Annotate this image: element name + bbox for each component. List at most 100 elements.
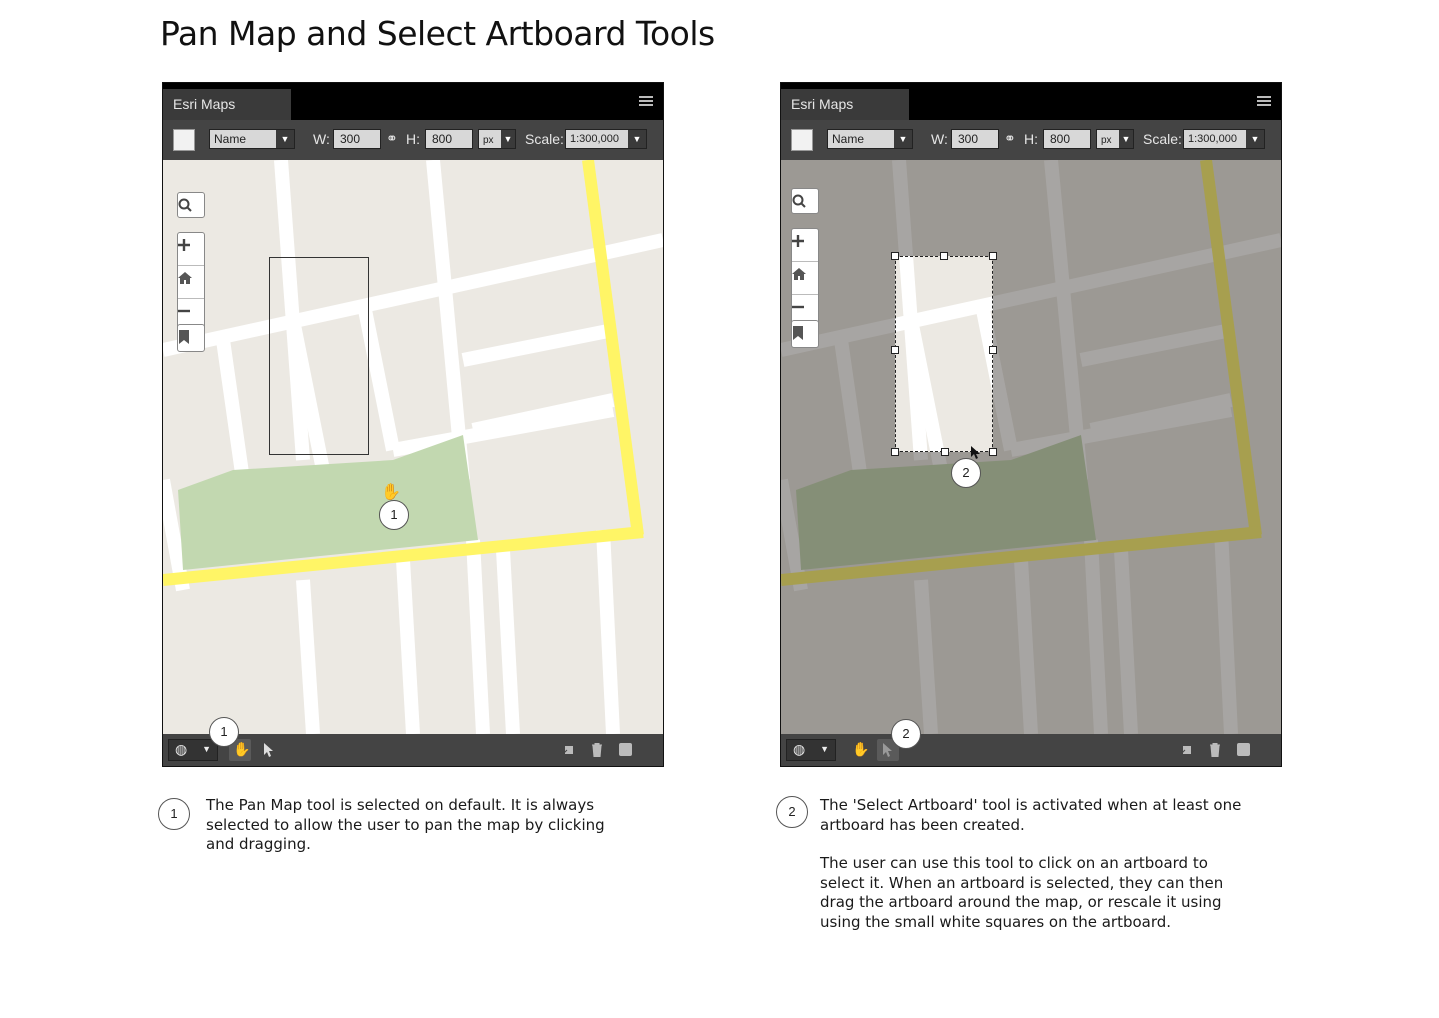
resize-handle[interactable] xyxy=(989,252,997,260)
hand-icon: ✋ xyxy=(233,741,251,757)
map-view[interactable]: 2 xyxy=(781,160,1281,734)
chevron-down-icon: ▼ xyxy=(628,130,646,148)
link-icon[interactable]: ⚭ xyxy=(386,130,398,147)
callout-2-tool: 2 xyxy=(891,719,921,749)
zoom-in-button[interactable] xyxy=(792,235,818,262)
home-button[interactable] xyxy=(792,268,818,295)
square-icon xyxy=(1237,743,1250,756)
chevron-down-icon: ▼ xyxy=(501,130,515,148)
description-paragraph: The 'Select Artboard' tool is activated … xyxy=(820,796,1242,834)
chevron-down-icon: ▼ xyxy=(894,130,912,148)
search-button[interactable] xyxy=(177,192,205,218)
chevron-down-icon: ▼ xyxy=(1246,130,1264,148)
new-artboard-button[interactable] xyxy=(562,739,577,761)
width-input[interactable]: 300 xyxy=(333,129,381,149)
home-icon xyxy=(792,268,806,280)
width-input[interactable]: 300 xyxy=(951,129,999,149)
arrow-cursor-icon xyxy=(883,743,892,757)
bookmark-icon xyxy=(179,330,189,344)
minus-icon xyxy=(178,309,190,313)
callout-1-tool: 1 xyxy=(209,717,239,747)
width-label: W: xyxy=(313,131,330,147)
flyout-menu-icon[interactable] xyxy=(1257,96,1271,106)
panel-tab[interactable]: Esri Maps Manager xyxy=(781,89,909,143)
maps-manager-panel-left: Esri Maps Manager Name▼ W: 300 ⚭ H: 800 … xyxy=(162,82,664,767)
description-paragraph: The Pan Map tool is selected on default.… xyxy=(206,796,605,853)
chevron-down-icon: ▼ xyxy=(202,744,211,754)
description-2: The 'Select Artboard' tool is activated … xyxy=(820,796,1250,951)
tab-bar: Esri Maps Manager xyxy=(163,83,663,143)
basemap-select[interactable]: ◍ ▼ xyxy=(168,739,218,761)
trash-icon xyxy=(1210,742,1220,758)
flyout-menu-icon[interactable] xyxy=(639,96,653,106)
description-number-2: 2 xyxy=(776,796,808,828)
arrow-cursor-icon xyxy=(264,743,273,757)
resize-handle[interactable] xyxy=(989,346,997,354)
globe-icon: ◍ xyxy=(793,741,806,757)
height-label: H: xyxy=(406,131,420,147)
trash-icon xyxy=(592,742,602,758)
bookmark-button[interactable] xyxy=(177,324,205,352)
search-button[interactable] xyxy=(791,188,819,214)
search-icon xyxy=(792,194,806,208)
square-button[interactable] xyxy=(619,739,633,761)
callout-1: 1 xyxy=(379,500,409,530)
height-label: H: xyxy=(1024,131,1038,147)
home-button[interactable] xyxy=(178,272,204,299)
color-swatch[interactable] xyxy=(173,129,195,151)
zoom-controls xyxy=(791,228,819,328)
bookmark-button[interactable] xyxy=(791,320,819,348)
resize-handle[interactable] xyxy=(989,448,997,456)
link-icon[interactable]: ⚭ xyxy=(1004,130,1016,147)
select-artboard-tool-button[interactable] xyxy=(263,739,279,761)
scale-label: Scale: xyxy=(525,131,564,147)
name-select[interactable]: Name ▼ xyxy=(209,129,295,149)
scale-select[interactable]: 1:300,000 ▼ xyxy=(1183,129,1265,149)
square-icon xyxy=(619,743,632,756)
bookmark-icon xyxy=(793,326,803,340)
callout-2: 2 xyxy=(951,458,981,488)
color-swatch[interactable] xyxy=(791,129,813,151)
plus-icon xyxy=(178,239,190,251)
name-select[interactable]: Name ▼ xyxy=(827,129,913,149)
resize-handle[interactable] xyxy=(891,448,899,456)
new-artboard-icon xyxy=(1180,746,1191,755)
width-label: W: xyxy=(931,131,948,147)
panel-tab[interactable]: Esri Maps Manager xyxy=(163,89,291,143)
chevron-down-icon: ▼ xyxy=(1119,130,1133,148)
description-number-1: 1 xyxy=(158,798,190,830)
search-icon xyxy=(178,198,192,212)
map-view[interactable]: ✋ 1 xyxy=(163,160,663,734)
basemap-select[interactable]: ◍ ▼ xyxy=(786,739,836,761)
maps-manager-panel-right: Esri Maps Manager Name▼ W: 300 ⚭ H: 800 … xyxy=(780,82,1282,767)
height-input[interactable]: 800 xyxy=(1043,129,1091,149)
artboard-outline[interactable] xyxy=(269,257,369,455)
resize-handle[interactable] xyxy=(941,448,949,456)
resize-handle[interactable] xyxy=(940,252,948,260)
resize-handle[interactable] xyxy=(891,252,899,260)
bottom-toolbar: ◍ ▼ ✋ xyxy=(163,734,663,766)
square-button[interactable] xyxy=(1237,739,1251,761)
unit-select[interactable]: px ▼ xyxy=(1096,129,1134,149)
scale-select[interactable]: 1:300,000 ▼ xyxy=(565,129,647,149)
delete-button[interactable] xyxy=(591,739,605,761)
plus-icon xyxy=(792,235,804,247)
delete-button[interactable] xyxy=(1209,739,1223,761)
globe-icon: ◍ xyxy=(175,741,188,757)
arrow-cursor-icon xyxy=(971,446,980,459)
artboard-selection-border xyxy=(895,256,993,452)
new-artboard-icon xyxy=(562,746,573,755)
resize-handle[interactable] xyxy=(891,346,899,354)
zoom-in-button[interactable] xyxy=(178,239,204,266)
new-artboard-button[interactable] xyxy=(1180,739,1195,761)
chevron-down-icon: ▼ xyxy=(820,744,829,754)
height-input[interactable]: 800 xyxy=(425,129,473,149)
page-title: Pan Map and Select Artboard Tools xyxy=(160,14,715,53)
home-icon xyxy=(178,272,192,284)
bottom-toolbar: ◍ ▼ ✋ xyxy=(781,734,1281,766)
minus-icon xyxy=(792,305,804,309)
description-paragraph: The user can use this tool to click on a… xyxy=(820,854,1224,931)
pan-tool-button[interactable]: ✋ xyxy=(851,739,869,761)
tab-bar: Esri Maps Manager xyxy=(781,83,1281,143)
unit-select[interactable]: px ▼ xyxy=(478,129,516,149)
